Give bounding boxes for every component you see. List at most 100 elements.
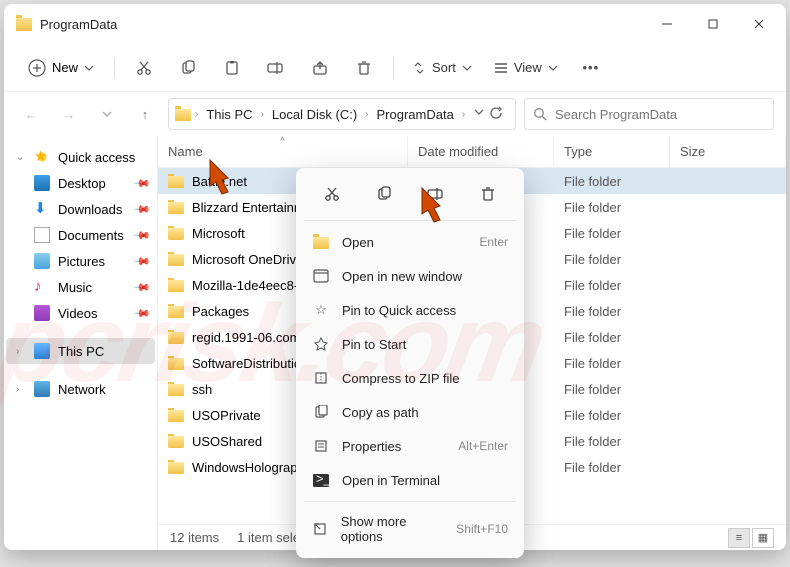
sidebar-item-this-pc[interactable]: › This PC [6, 338, 155, 364]
window-title: ProgramData [40, 17, 117, 32]
pin-icon: 📌 [133, 226, 152, 245]
ctx-cut-button[interactable] [318, 180, 346, 208]
toolbar: New Sort View ••• [4, 44, 786, 92]
ctx-more-options[interactable]: Show more optionsShift+F10 [302, 506, 518, 552]
more-button[interactable]: ••• [572, 52, 610, 84]
back-button[interactable]: ← [16, 99, 46, 129]
ctx-delete-button[interactable] [474, 180, 502, 208]
chevron-down-icon [84, 63, 94, 73]
folder-icon [168, 254, 184, 266]
network-icon [34, 381, 50, 397]
ctx-pin-start[interactable]: Pin to Start [302, 327, 518, 361]
chevron-icon: › [365, 109, 368, 120]
sidebar-label: Quick access [58, 150, 135, 165]
column-date[interactable]: Date modified [408, 136, 554, 167]
terminal-icon: >_ [312, 471, 330, 489]
ctx-pin-quick[interactable]: ☆Pin to Quick access [302, 293, 518, 327]
ctx-zip[interactable]: Compress to ZIP file [302, 361, 518, 395]
share-button[interactable] [301, 52, 339, 84]
context-icon-row [302, 174, 518, 216]
sort-asc-icon: ˄ [280, 136, 285, 144]
expand-icon[interactable]: › [16, 346, 19, 357]
folder-icon [175, 109, 191, 121]
sidebar-item-documents[interactable]: Documents📌 [6, 222, 155, 248]
sidebar-item-desktop[interactable]: Desktop📌 [6, 170, 155, 196]
file-name: Battle.net [192, 174, 247, 189]
recent-button[interactable] [92, 99, 122, 129]
file-name: Microsoft OneDrive [192, 252, 303, 267]
sort-button[interactable]: Sort [404, 54, 480, 81]
breadcrumb[interactable]: Local Disk (C:) [268, 105, 361, 124]
rename-button[interactable] [257, 52, 295, 84]
search-input[interactable] [555, 107, 765, 122]
delete-button[interactable] [345, 52, 383, 84]
file-name: USOShared [192, 434, 262, 449]
ctx-copy-path[interactable]: Copy as path [302, 395, 518, 429]
ctx-properties[interactable]: PropertiesAlt+Enter [302, 429, 518, 463]
sort-icon [412, 61, 426, 75]
copy-button[interactable] [169, 52, 207, 84]
collapse-icon[interactable]: ⌄ [16, 152, 24, 163]
history-chevron-icon[interactable] [473, 106, 485, 123]
chevron-icon: › [261, 109, 264, 120]
more-icon [312, 520, 329, 538]
forward-button[interactable]: → [54, 99, 84, 129]
folder-icon [168, 228, 184, 240]
ctx-terminal[interactable]: >_Open in Terminal [302, 463, 518, 497]
file-name: USOPrivate [192, 408, 261, 423]
sidebar-label: This PC [58, 344, 104, 359]
breadcrumb[interactable]: ProgramData [373, 105, 458, 124]
sidebar-item-downloads[interactable]: Downloads📌 [6, 196, 155, 222]
ctx-copy-button[interactable] [370, 180, 398, 208]
sidebar-item-network[interactable]: › Network [6, 376, 155, 402]
item-count: 12 items [170, 530, 219, 545]
sidebar-item-quick-access[interactable]: ⌄ Quick access [6, 144, 155, 170]
new-label: New [52, 60, 78, 75]
chevron-down-icon [548, 63, 558, 73]
star-icon [34, 149, 50, 165]
plus-icon [28, 59, 46, 77]
column-size[interactable]: Size [670, 136, 786, 167]
new-button[interactable]: New [18, 53, 104, 83]
sidebar-item-music[interactable]: Music 📌 [6, 274, 155, 300]
ctx-open-window[interactable]: Open in new window [302, 259, 518, 293]
address-bar[interactable]: › This PC › Local Disk (C:) › ProgramDat… [168, 98, 516, 130]
view-label: View [514, 60, 542, 75]
documents-icon [34, 227, 50, 243]
sidebar-item-videos[interactable]: Videos📌 [6, 300, 155, 326]
minimize-button[interactable] [644, 4, 690, 44]
folder-icon [168, 332, 184, 344]
search-box[interactable] [524, 98, 774, 130]
search-icon [533, 107, 547, 121]
sidebar-label: Music [58, 280, 92, 295]
pin-icon: 📌 [133, 278, 152, 297]
paste-button[interactable] [213, 52, 251, 84]
file-name: ssh [192, 382, 212, 397]
window-icon [312, 267, 330, 285]
up-button[interactable]: ↑ [130, 99, 160, 129]
cut-button[interactable] [125, 52, 163, 84]
file-type: File folder [554, 434, 670, 449]
ctx-rename-button[interactable] [422, 180, 450, 208]
close-button[interactable] [736, 4, 782, 44]
sidebar-label: Videos [58, 306, 98, 321]
refresh-button[interactable] [489, 106, 503, 123]
videos-icon [34, 305, 50, 321]
file-type: File folder [554, 382, 670, 397]
separator [6, 364, 155, 376]
sidebar-item-pictures[interactable]: Pictures📌 [6, 248, 155, 274]
folder-icon [312, 233, 330, 251]
ctx-open[interactable]: OpenEnter [302, 225, 518, 259]
file-type: File folder [554, 252, 670, 267]
breadcrumb[interactable]: This PC [202, 105, 256, 124]
chevron-down-icon [462, 63, 472, 73]
column-type[interactable]: Type [554, 136, 670, 167]
thumbnails-view-button[interactable]: ▦ [752, 528, 774, 548]
details-view-button[interactable]: ≡ [728, 528, 750, 548]
column-name[interactable]: ˄Name [158, 136, 408, 167]
maximize-button[interactable] [690, 4, 736, 44]
file-type: File folder [554, 200, 670, 215]
expand-icon[interactable]: › [16, 384, 19, 395]
view-button[interactable]: View [486, 54, 566, 81]
sidebar-label: Network [58, 382, 106, 397]
